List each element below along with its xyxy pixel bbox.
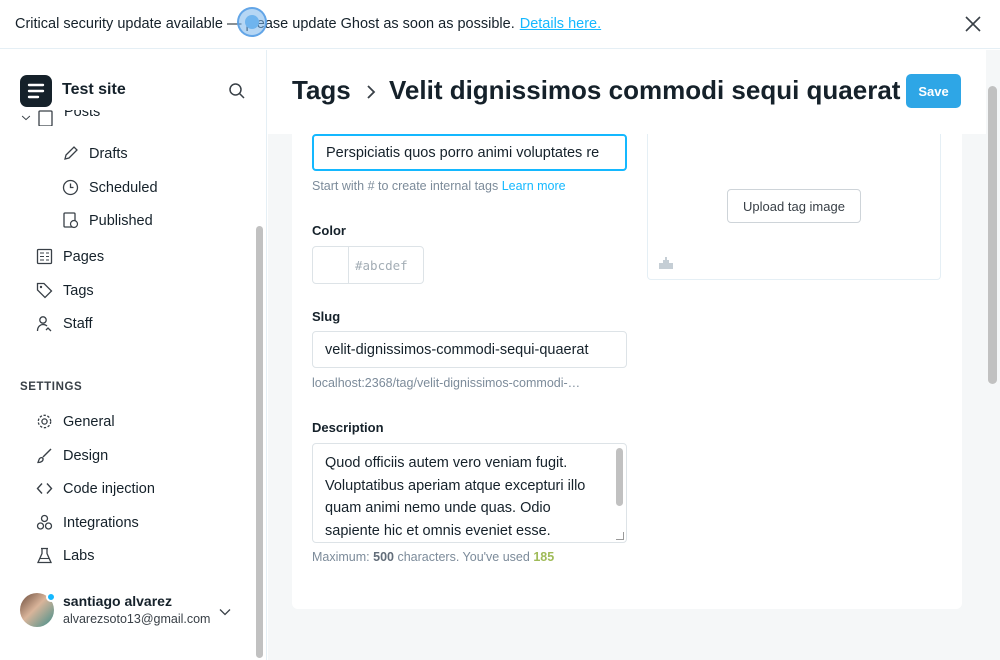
brush-icon [37, 448, 52, 464]
site-logo[interactable] [20, 75, 52, 107]
gear-icon [37, 414, 52, 429]
description-textarea[interactable]: Quod officiis autem vero veniam fugit. V… [312, 443, 627, 543]
image-icon [659, 257, 673, 269]
learn-more-link[interactable]: Learn more [502, 179, 566, 193]
sidebar-item-label: Staff [63, 315, 93, 332]
slug-label: Slug [312, 309, 341, 324]
sidebar-item-drafts[interactable]: Drafts [62, 145, 128, 162]
sidebar-item-label: Scheduled [89, 179, 158, 196]
clock-icon [62, 179, 79, 196]
slug-url: localhost:2368/tag/velit-dignissimos-com… [312, 376, 581, 390]
sidebar-item-posts[interactable]: Posts [20, 110, 100, 126]
tag-settings-card: Perspiciatis quos porro animi voluptates… [292, 134, 962, 609]
description-text: Quod officiis autem vero veniam fugit. V… [325, 455, 586, 539]
hint-prefix: Maximum: [312, 550, 370, 564]
description-hint: Maximum: 500 characters. You've used 185 [312, 550, 554, 564]
textarea-scrollbar[interactable] [616, 448, 623, 506]
hint-text: Start with # to create internal tags [312, 179, 499, 193]
sidebar-item-labs[interactable]: Labs [36, 547, 94, 564]
sidebar-item-general[interactable]: General [36, 413, 115, 430]
page-title: Velit dignissimos commodi sequi quaerat [389, 75, 901, 105]
chevron-down-icon[interactable] [20, 110, 32, 126]
sidebar-scrollbar[interactable] [256, 226, 263, 658]
used-count: 185 [533, 550, 555, 564]
color-picker[interactable]: #abcdef [312, 246, 424, 284]
main-content: Perspiciatis quos porro animi voluptates… [268, 50, 1000, 660]
sidebar-item-integrations[interactable]: Integrations [36, 514, 139, 531]
tag-name-input[interactable]: Perspiciatis quos porro animi voluptates… [312, 134, 627, 171]
sidebar-item-label: Posts [64, 110, 101, 120]
sidebar-item-pages[interactable]: Pages [36, 248, 104, 265]
slug-input[interactable]: velit-dignissimos-commodi-sequi-quaerat [312, 331, 627, 368]
sidebar-item-published[interactable]: Published [62, 212, 153, 229]
sidebar-item-tags[interactable]: Tags [36, 282, 94, 299]
max-count: 500 [373, 550, 394, 564]
sidebar-item-code-injection[interactable]: Code injection [36, 480, 155, 497]
pencil-icon [64, 146, 78, 160]
posts-icon [38, 110, 53, 126]
sidebar-item-design[interactable]: Design [36, 447, 108, 464]
chevron-right-icon [367, 85, 376, 99]
alert-details-link[interactable]: Details here. [520, 16, 601, 32]
sidebar-item-label: Labs [63, 547, 95, 564]
resize-handle[interactable] [616, 532, 624, 540]
main-scrollbar[interactable] [988, 86, 997, 384]
description-label: Description [312, 420, 384, 435]
flask-icon [36, 547, 53, 564]
sidebar-item-label: Integrations [63, 514, 139, 531]
close-icon[interactable] [964, 15, 982, 33]
sidebar-item-label: Published [89, 212, 153, 229]
security-alert-bar: Critical security update available — ple… [0, 0, 1000, 49]
chevron-down-icon[interactable] [218, 605, 232, 619]
sidebar-item-label: General [63, 413, 115, 430]
integrations-icon [36, 514, 53, 530]
settings-heading: SETTINGS [20, 381, 83, 393]
tag-icon [36, 282, 53, 299]
cursor-indicator [237, 7, 267, 37]
save-button[interactable]: Save [906, 74, 961, 108]
hint-mid: characters. You've used [397, 550, 530, 564]
tag-name-hint: Start with # to create internal tags Lea… [312, 179, 566, 193]
sidebar-item-label: Drafts [89, 145, 128, 162]
sidebar-item-label: Code injection [63, 480, 155, 497]
color-hex-input[interactable]: #abcdef [349, 247, 414, 283]
pages-icon [36, 248, 53, 265]
user-name: santiago alvarez [63, 593, 172, 609]
notification-dot [46, 592, 56, 602]
sidebar-item-label: Design [63, 447, 109, 464]
sidebar-item-scheduled[interactable]: Scheduled [62, 179, 158, 196]
search-icon[interactable] [228, 82, 246, 100]
upload-tag-image-button[interactable]: Upload tag image [727, 189, 861, 223]
color-label: Color [312, 223, 346, 238]
user-email: alvarezsoto13@gmail.com [63, 612, 211, 626]
tag-image-uploader: Upload tag image [647, 134, 941, 280]
sidebar-item-label: Tags [63, 282, 94, 299]
published-icon [63, 212, 79, 229]
sidebar-item-label: Pages [63, 248, 105, 265]
staff-icon [36, 316, 52, 332]
page-header: Tags Velit dignissimos commodi sequi qua… [268, 50, 986, 134]
sidebar: Test site Posts Drafts Scheduled Publish… [0, 50, 267, 660]
site-name[interactable]: Test site [62, 81, 126, 99]
color-swatch[interactable] [313, 247, 349, 283]
code-icon [36, 483, 53, 494]
breadcrumb[interactable]: Tags [292, 75, 351, 106]
sidebar-item-staff[interactable]: Staff [36, 315, 93, 332]
